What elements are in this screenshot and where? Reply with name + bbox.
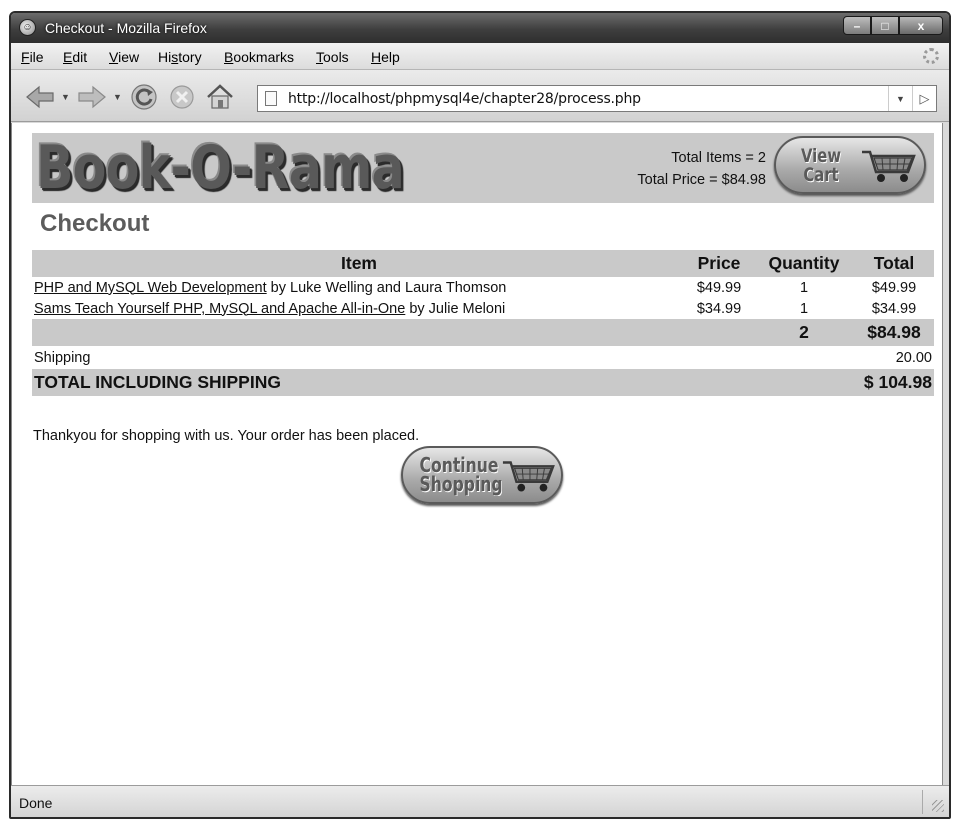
menu-view[interactable]: View <box>109 49 139 65</box>
quantity-column-header: Quantity <box>754 250 854 277</box>
back-arrow-icon[interactable] <box>25 84 55 110</box>
subtotal-spacer <box>684 319 754 346</box>
throbber-icon <box>923 48 939 64</box>
price-cell: $34.99 <box>696 300 742 317</box>
back-history-chevron-icon[interactable]: ▼ <box>61 92 70 102</box>
forward-history-chevron-icon[interactable]: ▼ <box>113 92 122 102</box>
cart-summary: Total Items = 2 Total Price = $84.98 <box>637 147 766 191</box>
menu-history[interactable]: History <box>158 49 202 65</box>
book-authors: by Luke Welling and Laura Thomson <box>266 279 507 296</box>
url-text[interactable]: http://localhost/phpmysql4e/chapter28/pr… <box>288 91 641 107</box>
item-cell: PHP and MySQL Web Development by Luke We… <box>32 277 684 298</box>
total-cell: $49.99 <box>871 279 917 296</box>
book-authors: by Julie Meloni <box>405 300 506 317</box>
item-cell: Sams Teach Yourself PHP, MySQL and Apach… <box>32 298 684 319</box>
total-column-header: Total <box>854 250 934 277</box>
site-logo[interactable]: Book-O-Rama <box>36 137 405 199</box>
book-title-link[interactable]: PHP and MySQL Web Development <box>34 280 267 296</box>
resize-grip-icon[interactable] <box>932 800 944 812</box>
menu-help[interactable]: Help <box>371 49 400 65</box>
book-title-link[interactable]: Sams Teach Yourself PHP, MySQL and Apach… <box>34 301 405 317</box>
quantity-cell: 1 <box>799 300 809 317</box>
navigation-toolbar: ▼ ▼ http://localhost/phpmysql4e/chapter2… <box>11 70 949 122</box>
item-column-header: Item <box>32 250 684 277</box>
go-arrow-icon[interactable]: ▷ <box>912 86 936 111</box>
status-divider <box>922 790 923 814</box>
shipping-label: Shipping <box>34 349 91 366</box>
order-confirmation-message: Thankyou for shopping with us. Your orde… <box>33 428 420 444</box>
firefox-icon: ☺ <box>19 19 36 36</box>
shopping-cart-icon <box>862 150 916 182</box>
price-column-header: Price <box>684 250 754 277</box>
close-button[interactable]: x <box>899 16 943 35</box>
stop-icon[interactable] <box>167 84 197 110</box>
title-bar[interactable]: ☺ Checkout - Mozilla Firefox – □ x <box>11 13 949 43</box>
window-title: Checkout - Mozilla Firefox <box>45 20 207 36</box>
maximize-button[interactable]: □ <box>871 16 899 35</box>
cart-table: Item Price Quantity Total PHP and MySQL … <box>32 250 934 396</box>
continue-shopping-label: Continue Shopping <box>419 453 503 496</box>
total-cell: $34.99 <box>871 300 917 317</box>
status-text: Done <box>19 795 53 811</box>
url-history-dropdown-icon[interactable]: ▼ <box>888 86 912 111</box>
reload-icon[interactable] <box>129 84 159 110</box>
grand-total-value: $ 104.98 <box>854 369 934 396</box>
shipping-row: Shipping 20.00 <box>32 346 934 369</box>
shopping-cart-icon <box>502 461 555 492</box>
browser-window: ☺ Checkout - Mozilla Firefox – □ x File … <box>9 11 951 819</box>
window-controls: – □ x <box>843 16 943 35</box>
menu-tools[interactable]: Tools <box>316 49 349 65</box>
address-bar[interactable]: http://localhost/phpmysql4e/chapter28/pr… <box>257 85 937 112</box>
table-row: Sams Teach Yourself PHP, MySQL and Apach… <box>32 298 934 319</box>
menu-file[interactable]: File <box>21 49 44 65</box>
price-cell: $49.99 <box>696 279 742 296</box>
grand-total-label: TOTAL INCLUDING SHIPPING <box>32 369 854 396</box>
table-header-row: Item Price Quantity Total <box>32 250 934 277</box>
status-bar: Done <box>11 785 949 817</box>
site-header: Book-O-Rama Total Items = 2 Total Price … <box>32 133 934 203</box>
subtotal-total: $84.98 <box>854 319 934 346</box>
total-items-text: Total Items = 2 <box>671 150 766 166</box>
minimize-button[interactable]: – <box>843 16 871 35</box>
subtotal-quantity: 2 <box>754 319 854 346</box>
page-title: Checkout <box>40 210 150 237</box>
page-content: Book-O-Rama Total Items = 2 Total Price … <box>11 123 943 785</box>
page-icon <box>265 91 277 106</box>
menu-bookmarks[interactable]: Bookmarks <box>224 49 294 65</box>
subtotal-spacer <box>32 319 684 346</box>
shipping-value: 20.00 <box>895 349 932 366</box>
continue-shopping-button[interactable]: Continue Shopping <box>401 446 563 504</box>
grand-total-row: TOTAL INCLUDING SHIPPING $ 104.98 <box>32 369 934 396</box>
table-row: PHP and MySQL Web Development by Luke We… <box>32 277 934 298</box>
menu-bar: File Edit View History Bookmarks Tools H… <box>11 43 949 70</box>
home-icon[interactable] <box>205 84 235 110</box>
subtotal-row: 2 $84.98 <box>32 319 934 346</box>
menu-edit[interactable]: Edit <box>63 49 87 65</box>
quantity-cell: 1 <box>799 279 809 296</box>
view-cart-label: View Cart <box>800 145 842 186</box>
forward-arrow-icon[interactable] <box>77 84 107 110</box>
view-cart-button[interactable]: View Cart <box>774 136 926 194</box>
total-price-text: Total Price = $84.98 <box>637 172 766 188</box>
